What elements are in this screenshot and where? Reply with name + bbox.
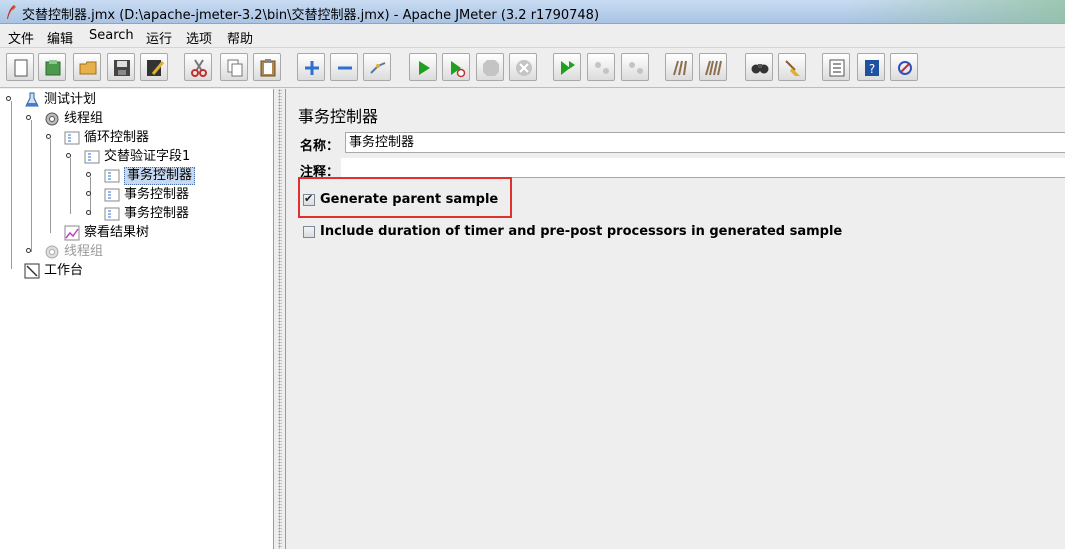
shutdown-button[interactable]	[509, 53, 537, 81]
tree-node-label: 事务控制器	[124, 167, 196, 185]
toggle-thread-group[interactable]	[26, 115, 31, 120]
annotation-highlight-box	[298, 177, 512, 218]
search-icon	[751, 64, 769, 74]
copy-button[interactable]	[220, 53, 248, 81]
paste-icon	[260, 59, 276, 77]
tree-node-label: 事务控制器	[124, 187, 190, 202]
search-button[interactable]	[745, 53, 773, 81]
cut-button[interactable]	[184, 53, 212, 81]
function-helper-button[interactable]	[822, 53, 850, 81]
menu-help[interactable]: 帮助	[227, 28, 253, 47]
remote-shutdown-icon	[629, 62, 643, 74]
tree-node-label: 测试计划	[44, 92, 97, 107]
remote-shutdown-button[interactable]	[621, 53, 649, 81]
start-no-pauses-button[interactable]	[442, 53, 470, 81]
menu-search[interactable]: Search	[89, 28, 134, 43]
stop-icon	[483, 60, 499, 76]
controller-icon	[104, 169, 120, 183]
remote-start-icon	[561, 61, 575, 75]
workbench-icon	[24, 263, 40, 279]
tree-node-label: 工作台	[44, 263, 84, 278]
menu-bar: 文件 编辑 Search 运行 选项 帮助	[0, 24, 1065, 48]
toggle-button[interactable]	[363, 53, 391, 81]
toggle-thread-group-disabled[interactable]	[26, 248, 31, 253]
gear-icon	[45, 245, 59, 259]
save-as-button[interactable]	[140, 53, 168, 81]
remote-stop-button[interactable]	[587, 53, 615, 81]
clear-icon	[673, 60, 687, 76]
include-duration-checkbox[interactable]	[303, 226, 315, 238]
start-button[interactable]	[409, 53, 437, 81]
open-icon	[79, 61, 97, 75]
controller-icon	[84, 150, 100, 164]
log-viewer-button[interactable]	[890, 53, 918, 81]
copy-icon	[227, 59, 243, 77]
menu-run[interactable]: 运行	[146, 28, 172, 47]
toggle-interleave-controller[interactable]	[66, 153, 71, 158]
shutdown-icon	[516, 60, 532, 76]
tree-node-label: 线程组	[64, 111, 104, 126]
tree-node-label: 循环控制器	[84, 130, 150, 145]
menu-edit[interactable]: 编辑	[47, 28, 73, 47]
toolbar: ?	[0, 48, 1065, 88]
tree-node-label: 事务控制器	[124, 206, 190, 221]
start-no-pauses-icon	[451, 61, 466, 78]
test-plan-icon	[25, 92, 39, 107]
help-icon: ?	[865, 60, 879, 76]
save-icon	[114, 60, 130, 76]
start-icon	[419, 61, 430, 75]
expand-icon	[305, 61, 319, 75]
panel-title: 事务控制器	[298, 107, 379, 126]
name-field[interactable]: 事务控制器	[345, 132, 1065, 153]
tree-node-label: 察看结果树	[84, 225, 150, 240]
templates-button[interactable]	[38, 53, 66, 81]
controller-icon	[64, 131, 80, 145]
reset-search-button[interactable]	[778, 53, 806, 81]
collapse-all-button[interactable]	[330, 53, 358, 81]
help-button[interactable]: ?	[857, 53, 885, 81]
clear-all-button[interactable]	[699, 53, 727, 81]
save-as-icon	[147, 60, 165, 76]
comment-field[interactable]	[341, 158, 1065, 178]
split-pane-divider[interactable]	[275, 89, 285, 549]
toggle-test-plan[interactable]	[6, 96, 11, 101]
menu-options[interactable]: 选项	[186, 28, 212, 47]
tree-node-label: 交替验证字段1	[104, 149, 191, 164]
jmeter-feather-icon	[7, 5, 16, 19]
transaction-controller-panel: 事务控制器 名称： 事务控制器 注释： Generate parent samp…	[285, 89, 1065, 549]
window-title: 交替控制器.jmx (D:\apache-jmeter-3.2\bin\交替控制…	[22, 8, 600, 23]
tree-node-label: 线程组	[64, 244, 104, 259]
reset-search-icon	[785, 60, 800, 76]
chart-icon	[64, 225, 80, 241]
collapse-icon	[338, 66, 352, 70]
include-duration-label: Include duration of timer and pre-post p…	[320, 224, 843, 239]
gear-icon	[45, 112, 59, 126]
toggle-icon	[370, 62, 386, 74]
clear-all-icon	[705, 60, 722, 76]
test-plan-tree[interactable]: 测试计划 线程组 循环控制器 交替验证字段1 事务控制器 事务控制器 事务控制器…	[0, 89, 274, 549]
stop-button[interactable]	[476, 53, 504, 81]
toggle-loop-controller[interactable]	[46, 134, 51, 139]
remote-start-button[interactable]	[553, 53, 581, 81]
remote-stop-icon	[595, 62, 609, 74]
templates-icon	[45, 60, 61, 76]
open-button[interactable]	[73, 53, 101, 81]
new-button[interactable]	[6, 53, 34, 81]
clear-button[interactable]	[665, 53, 693, 81]
expand-all-button[interactable]	[297, 53, 325, 81]
controller-icon	[104, 188, 120, 202]
svg-text:?: ?	[869, 62, 875, 76]
paste-button[interactable]	[253, 53, 281, 81]
function-helper-icon	[829, 59, 845, 77]
cut-icon	[191, 59, 207, 77]
log-viewer-icon	[898, 61, 912, 75]
title-bar: 交替控制器.jmx (D:\apache-jmeter-3.2\bin\交替控制…	[0, 0, 1065, 24]
new-icon	[14, 59, 28, 77]
menu-file[interactable]: 文件	[8, 28, 34, 47]
save-button[interactable]	[107, 53, 135, 81]
name-label: 名称：	[300, 139, 340, 154]
controller-icon	[104, 207, 120, 221]
